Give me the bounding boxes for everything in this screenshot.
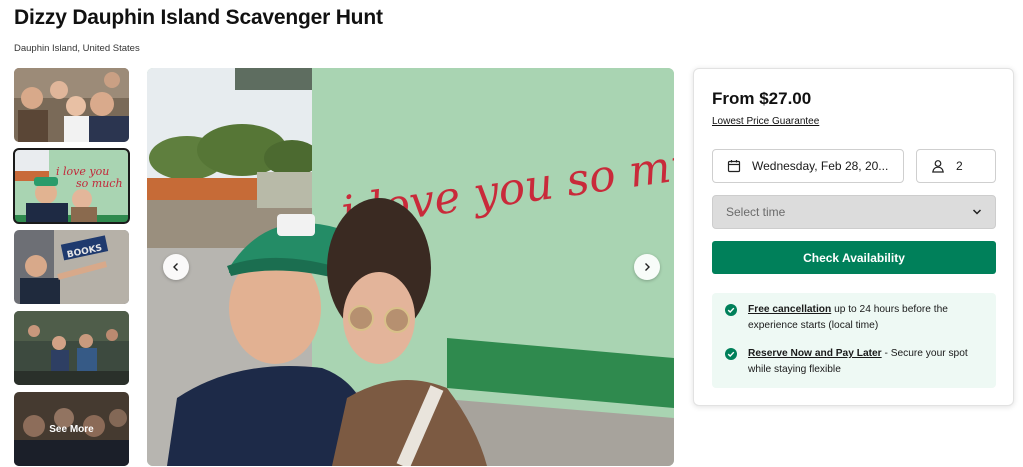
date-picker[interactable]: Wednesday, Feb 28, 20... [712, 149, 904, 183]
guests-picker[interactable]: 2 [916, 149, 996, 183]
thumbnail-books-sign-photo[interactable]: BOOKS [14, 230, 129, 304]
person-icon [932, 160, 944, 173]
perk-free-cancellation: Free cancellation up to 24 hours before … [725, 302, 987, 334]
lowest-price-guarantee-link[interactable]: Lowest Price Guarantee [712, 116, 819, 127]
svg-text:so much: so much [76, 177, 123, 190]
chevron-right-icon [645, 263, 650, 271]
next-photo-button[interactable] [634, 254, 660, 280]
thumbnail-group-photo[interactable] [14, 68, 129, 142]
previous-photo-button[interactable] [163, 254, 189, 280]
thumbnail-group-photo-2[interactable]: See More [14, 392, 129, 466]
chevron-left-icon [173, 263, 178, 271]
guests-value: 2 [956, 159, 963, 173]
chevron-down-icon [972, 209, 982, 215]
price-label: From $27.00 [712, 89, 812, 108]
thumbnail-love-wall-photo[interactable]: i love you so much [13, 148, 130, 224]
location-text: Dauphin Island, United States [14, 43, 140, 54]
booking-panel: From $27.00 Lowest Price Guarantee Wedne… [693, 68, 1014, 406]
main-photo: i love you so much [147, 68, 674, 466]
check-circle-icon [725, 348, 737, 360]
page-title: Dizzy Dauphin Island Scavenger Hunt [14, 6, 383, 29]
perk-reserve-now: Reserve Now and Pay Later - Secure your … [725, 346, 987, 378]
check-availability-button[interactable]: Check Availability [712, 241, 996, 274]
perk-title-free-cancellation[interactable]: Free cancellation [748, 304, 831, 315]
time-select[interactable]: Select time [712, 195, 996, 229]
date-value: Wednesday, Feb 28, 20... [752, 159, 889, 173]
check-circle-icon [725, 304, 737, 316]
see-more-label[interactable]: See More [14, 392, 129, 466]
thumbnail-crowd-photo[interactable] [14, 311, 129, 385]
perk-title-reserve-now[interactable]: Reserve Now and Pay Later [748, 348, 882, 359]
perks-box: Free cancellation up to 24 hours before … [712, 293, 996, 388]
calendar-icon [727, 160, 741, 173]
time-placeholder: Select time [726, 205, 786, 219]
